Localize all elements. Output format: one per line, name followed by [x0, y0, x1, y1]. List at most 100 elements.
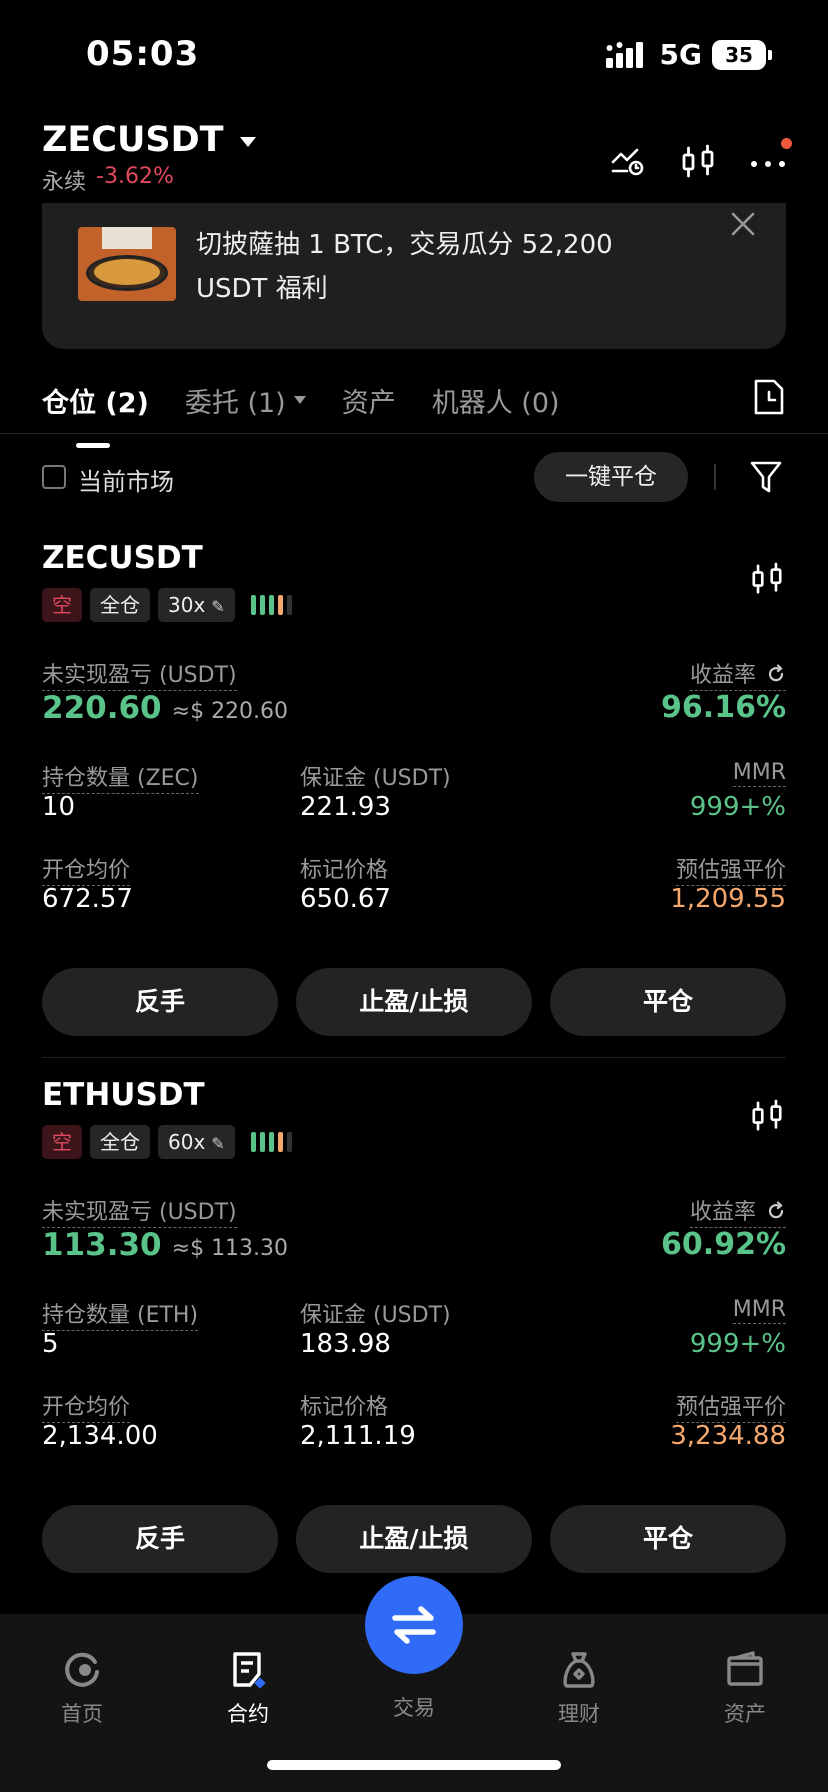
tab-bots[interactable]: 机器人 (0): [432, 381, 560, 420]
filter-icon[interactable]: [750, 460, 782, 494]
nav-label: 合约: [227, 1702, 269, 1726]
roi-value: 96.16%: [661, 690, 786, 725]
unrealized-pnl-value: 220.60 ≈$ 220.60: [42, 690, 288, 726]
margin-label: 保证金 (USDT): [300, 766, 451, 791]
reverse-button[interactable]: 反手: [42, 1505, 278, 1573]
earn-icon: [563, 1652, 595, 1688]
tab-label: 机器人 (0): [431, 387, 560, 419]
tab-orders[interactable]: 委托 (1): [185, 381, 306, 420]
wallet-icon: [727, 1651, 763, 1686]
current-market-checkbox[interactable]: [42, 465, 66, 489]
home-indicator: [267, 1760, 561, 1770]
liq-price-label: 预估强平价: [675, 1389, 786, 1423]
nav-label: 资产: [724, 1702, 766, 1726]
refresh-icon: [768, 1201, 784, 1219]
signal-icon: [605, 41, 643, 68]
margin-mode-badge[interactable]: 全仓: [90, 1125, 150, 1159]
entry-price-label: 开仓均价: [42, 852, 131, 886]
chart-button[interactable]: [680, 144, 716, 180]
risk-level-indicator: [250, 1132, 292, 1152]
unrealized-pnl-value: 113.30 ≈$ 113.30: [42, 1227, 288, 1263]
margin-label: 保证金 (USDT): [300, 1303, 451, 1328]
nav-assets[interactable]: 资产: [685, 1650, 805, 1728]
position-symbol: ETHUSDT: [42, 1077, 205, 1113]
tpsl-button[interactable]: 止盈/止损: [296, 1505, 532, 1573]
divider: [714, 464, 716, 490]
nav-earn[interactable]: 理财: [519, 1650, 639, 1728]
quantity-value: 5: [42, 1329, 59, 1359]
futures-icon: [233, 1652, 266, 1689]
divider: [42, 1057, 786, 1058]
pnl-value: 220.60: [42, 690, 162, 726]
position-card: ETHUSDT 空 全仓 60x ✎ 未实现盈亏 (USDT) 收益率 113.3…: [42, 1077, 786, 1577]
reverse-button[interactable]: 反手: [42, 968, 278, 1036]
quantity-label: 持仓数量 (ETH): [42, 1297, 199, 1331]
filter-row: 当前市场 一键平仓: [42, 450, 786, 504]
candlestick-icon[interactable]: [750, 1099, 784, 1133]
status-indicators: 5G 35: [605, 38, 772, 71]
nav-label-trade: 交易: [393, 1696, 435, 1720]
entry-price-label: 开仓均价: [42, 1389, 131, 1423]
unrealized-pnl-label: 未实现盈亏 (USDT): [42, 657, 237, 691]
status-bar: 05:03 5G 35: [0, 0, 828, 110]
liq-price-value: 1,209.55: [670, 884, 786, 914]
position-tabs: 仓位 (2) 委托 (1) 资产 机器人 (0): [42, 370, 786, 448]
price-change: -3.62%: [96, 164, 174, 189]
roi-label[interactable]: 收益率: [689, 657, 786, 691]
nav-home[interactable]: 首页: [22, 1650, 142, 1728]
close-position-button[interactable]: 平仓: [550, 1505, 786, 1573]
leverage-badge[interactable]: 30x ✎: [158, 588, 235, 622]
candlestick-icon: [682, 144, 714, 178]
margin-value: 221.93: [300, 792, 391, 822]
close-icon[interactable]: [730, 211, 756, 237]
history-icon[interactable]: [752, 378, 786, 416]
battery-icon: 35: [712, 39, 772, 70]
candlestick-icon[interactable]: [750, 562, 784, 596]
roi-label-text: 收益率: [689, 663, 756, 688]
more-button[interactable]: [750, 138, 792, 180]
tab-positions[interactable]: 仓位 (2): [42, 381, 149, 448]
roi-value: 60.92%: [661, 1227, 786, 1262]
more-icon: [751, 161, 785, 167]
mark-price-value: 650.67: [300, 884, 391, 914]
margin-mode-badge[interactable]: 全仓: [90, 588, 150, 622]
liq-price-label: 预估强平价: [675, 852, 786, 886]
close-position-button[interactable]: 平仓: [550, 968, 786, 1036]
pair-header: ZECUSDT 永续 -3.62%: [42, 120, 792, 200]
trade-button[interactable]: [365, 1576, 463, 1674]
nav-futures[interactable]: 合约: [188, 1650, 308, 1728]
quantity-value: 10: [42, 792, 76, 822]
banner-text: 切披薩抽 1 BTC，交易瓜分 52,200 USDT 福利: [196, 230, 613, 304]
tpsl-button[interactable]: 止盈/止损: [296, 968, 532, 1036]
price-alert-button[interactable]: [610, 144, 646, 180]
risk-level-indicator: [250, 595, 292, 615]
caret-down-icon: [293, 396, 306, 404]
mark-price-value: 2,111.19: [300, 1421, 416, 1451]
leverage-value: 30x: [168, 593, 206, 617]
nav-label: 首页: [61, 1702, 103, 1726]
leverage-badge[interactable]: 60x ✎: [158, 1125, 235, 1159]
contract-type: 永续: [42, 170, 87, 195]
roi-label-text: 收益率: [689, 1200, 756, 1225]
pnl-usd-value: ≈$ 220.60: [171, 699, 289, 724]
pnl-value: 113.30: [42, 1227, 162, 1263]
tab-assets[interactable]: 资产: [342, 381, 396, 420]
pnl-usd-value: ≈$ 113.30: [171, 1236, 289, 1261]
edit-icon: ✎: [211, 597, 225, 616]
mark-price-label: 标记价格: [300, 858, 389, 883]
close-all-button[interactable]: 一键平仓: [534, 452, 688, 502]
mark-price-label: 标记价格: [300, 1395, 389, 1420]
position-symbol: ZECUSDT: [42, 540, 203, 576]
status-time: 05:03: [86, 34, 200, 74]
edit-icon: ✎: [211, 1134, 225, 1153]
roi-label[interactable]: 收益率: [689, 1194, 786, 1228]
refresh-icon: [768, 664, 784, 682]
entry-price-value: 2,134.00: [42, 1421, 158, 1451]
entry-price-value: 672.57: [42, 884, 133, 914]
margin-value: 183.98: [300, 1329, 391, 1359]
promo-banner[interactable]: 切披薩抽 1 BTC，交易瓜分 52,200 USDT 福利: [42, 203, 786, 349]
nav-label: 理财: [558, 1702, 600, 1726]
liq-price-value: 3,234.88: [670, 1421, 786, 1451]
quantity-label: 持仓数量 (ZEC): [42, 760, 199, 794]
tab-label: 委托 (1): [184, 387, 286, 419]
